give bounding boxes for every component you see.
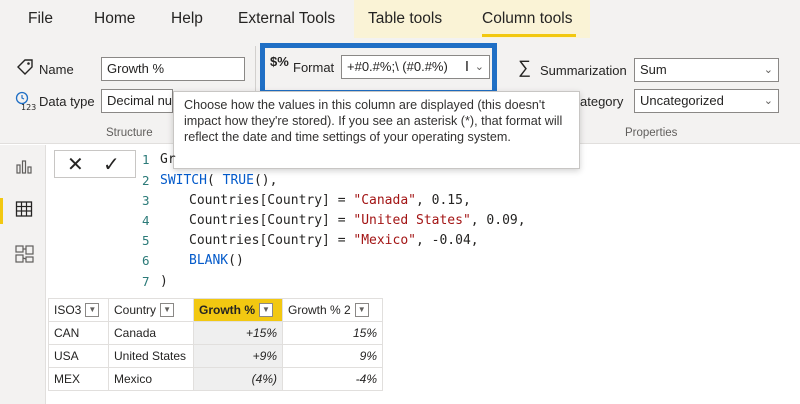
commit-icon[interactable]: ✓: [103, 152, 120, 177]
line-number: 4: [142, 213, 150, 228]
table-cell[interactable]: Mexico: [108, 367, 194, 391]
cancel-icon[interactable]: ✕: [67, 152, 84, 177]
sigma-icon: ∑: [518, 57, 531, 77]
chevron-down-icon: ⌄: [474, 61, 484, 73]
model-view-icon[interactable]: [15, 244, 35, 269]
format-label: Format: [293, 60, 335, 75]
tab-table-tools[interactable]: Table tools: [368, 10, 442, 28]
line-number: 3: [142, 193, 150, 208]
table-cell[interactable]: +15%: [193, 321, 283, 345]
data-type-icon: 123: [14, 90, 36, 117]
formula-editor[interactable]: 1 Gr 2 SWITCH( TRUE(), 3 Countries[Count…: [140, 150, 800, 294]
column-header-iso3[interactable]: ISO3 ▼: [48, 298, 109, 322]
table-cell[interactable]: -4%: [282, 367, 383, 391]
line-number: 1: [142, 152, 150, 167]
tag-icon: [16, 58, 34, 81]
format-highlight-box: $% Format +#0.#%;\ (#0.#%) I ⌄: [260, 43, 497, 95]
chevron-down-icon[interactable]: ▼: [160, 303, 175, 318]
table-cell[interactable]: MEX: [48, 367, 109, 391]
properties-group-label: Properties: [625, 127, 678, 139]
chevron-down-icon: ⌄: [763, 64, 773, 76]
svg-text:123: 123: [21, 103, 36, 112]
structure-group-label: Structure: [106, 127, 153, 139]
table-cell[interactable]: (4%): [193, 367, 283, 391]
category-value: Uncategorized: [640, 93, 724, 108]
table-cell[interactable]: 9%: [282, 344, 383, 368]
data-table: ISO3 ▼ Country ▼ Growth % ▼ Growth % 2 ▼ CAN…: [48, 298, 383, 391]
chevron-down-icon: ⌄: [763, 95, 773, 107]
table-cell[interactable]: CAN: [48, 321, 109, 345]
table-cell[interactable]: 15%: [282, 321, 383, 345]
column-header-growth-2[interactable]: Growth % 2 ▼: [282, 298, 383, 322]
active-view-indicator: [0, 198, 3, 224]
tab-column-tools[interactable]: Column tools: [482, 10, 572, 28]
line-number: 6: [142, 253, 150, 268]
column-header-country[interactable]: Country ▼: [108, 298, 194, 322]
table-cell[interactable]: United States: [108, 344, 194, 368]
code-line-1: Gr: [160, 152, 176, 167]
tab-external-tools[interactable]: External Tools: [238, 10, 335, 28]
table-row: USA United States +9% 9%: [48, 344, 383, 368]
table-cell[interactable]: Canada: [108, 321, 194, 345]
formula-buttons: ✕ ✓: [54, 150, 136, 178]
tab-home[interactable]: Home: [94, 10, 135, 28]
table-row: CAN Canada +15% 15%: [48, 321, 383, 345]
text-cursor-icon: I: [464, 58, 469, 75]
format-value: +#0.#%;\ (#0.#%): [347, 59, 448, 74]
table-cell[interactable]: +9%: [193, 344, 283, 368]
code-line-4: Countries[Country] = "United States", 0.…: [189, 213, 526, 228]
summarization-value: Sum: [640, 62, 667, 77]
tab-file[interactable]: File: [28, 10, 53, 28]
name-label: Name: [39, 62, 74, 77]
table-row: MEX Mexico (4%) -4%: [48, 367, 383, 391]
category-label: ategory: [580, 94, 624, 109]
tab-help[interactable]: Help: [171, 10, 203, 28]
code-line-3: Countries[Country] = "Canada", 0.15,: [189, 193, 471, 208]
table-cell[interactable]: USA: [48, 344, 109, 368]
chevron-down-icon[interactable]: ▼: [259, 303, 273, 318]
summarization-label: Summarization: [540, 63, 627, 78]
currency-percent-icon: $%: [270, 54, 289, 69]
code-line-5: Countries[Country] = "Mexico", -0.04,: [189, 233, 479, 248]
line-number: 7: [142, 274, 150, 289]
line-number: 5: [142, 233, 150, 248]
summarization-select[interactable]: Sum ⌄: [634, 58, 779, 82]
chevron-down-icon[interactable]: ▼: [354, 303, 369, 318]
code-line-7: ): [160, 274, 168, 289]
code-line-6: BLANK(): [189, 253, 244, 268]
column-header-growth[interactable]: Growth % ▼: [193, 298, 283, 322]
data-type-select[interactable]: Decimal nu: [101, 89, 173, 113]
table-header-row: ISO3 ▼ Country ▼ Growth % ▼ Growth % 2 ▼: [48, 298, 383, 322]
active-tab-indicator: [482, 34, 576, 37]
line-number: 2: [142, 173, 150, 188]
view-rail: [0, 145, 46, 404]
name-input[interactable]: Growth %: [101, 57, 245, 81]
ribbon-tab-bar: File Home Help External Tools Table tool…: [0, 0, 800, 38]
code-line-2: SWITCH( TRUE(),: [160, 173, 278, 188]
report-view-icon[interactable]: [15, 157, 33, 180]
data-type-label: Data type: [39, 94, 95, 109]
data-view-icon[interactable]: [15, 200, 33, 223]
format-select[interactable]: +#0.#%;\ (#0.#%) I ⌄: [341, 55, 490, 79]
chevron-down-icon[interactable]: ▼: [85, 303, 100, 318]
category-select[interactable]: Uncategorized ⌄: [634, 89, 779, 113]
